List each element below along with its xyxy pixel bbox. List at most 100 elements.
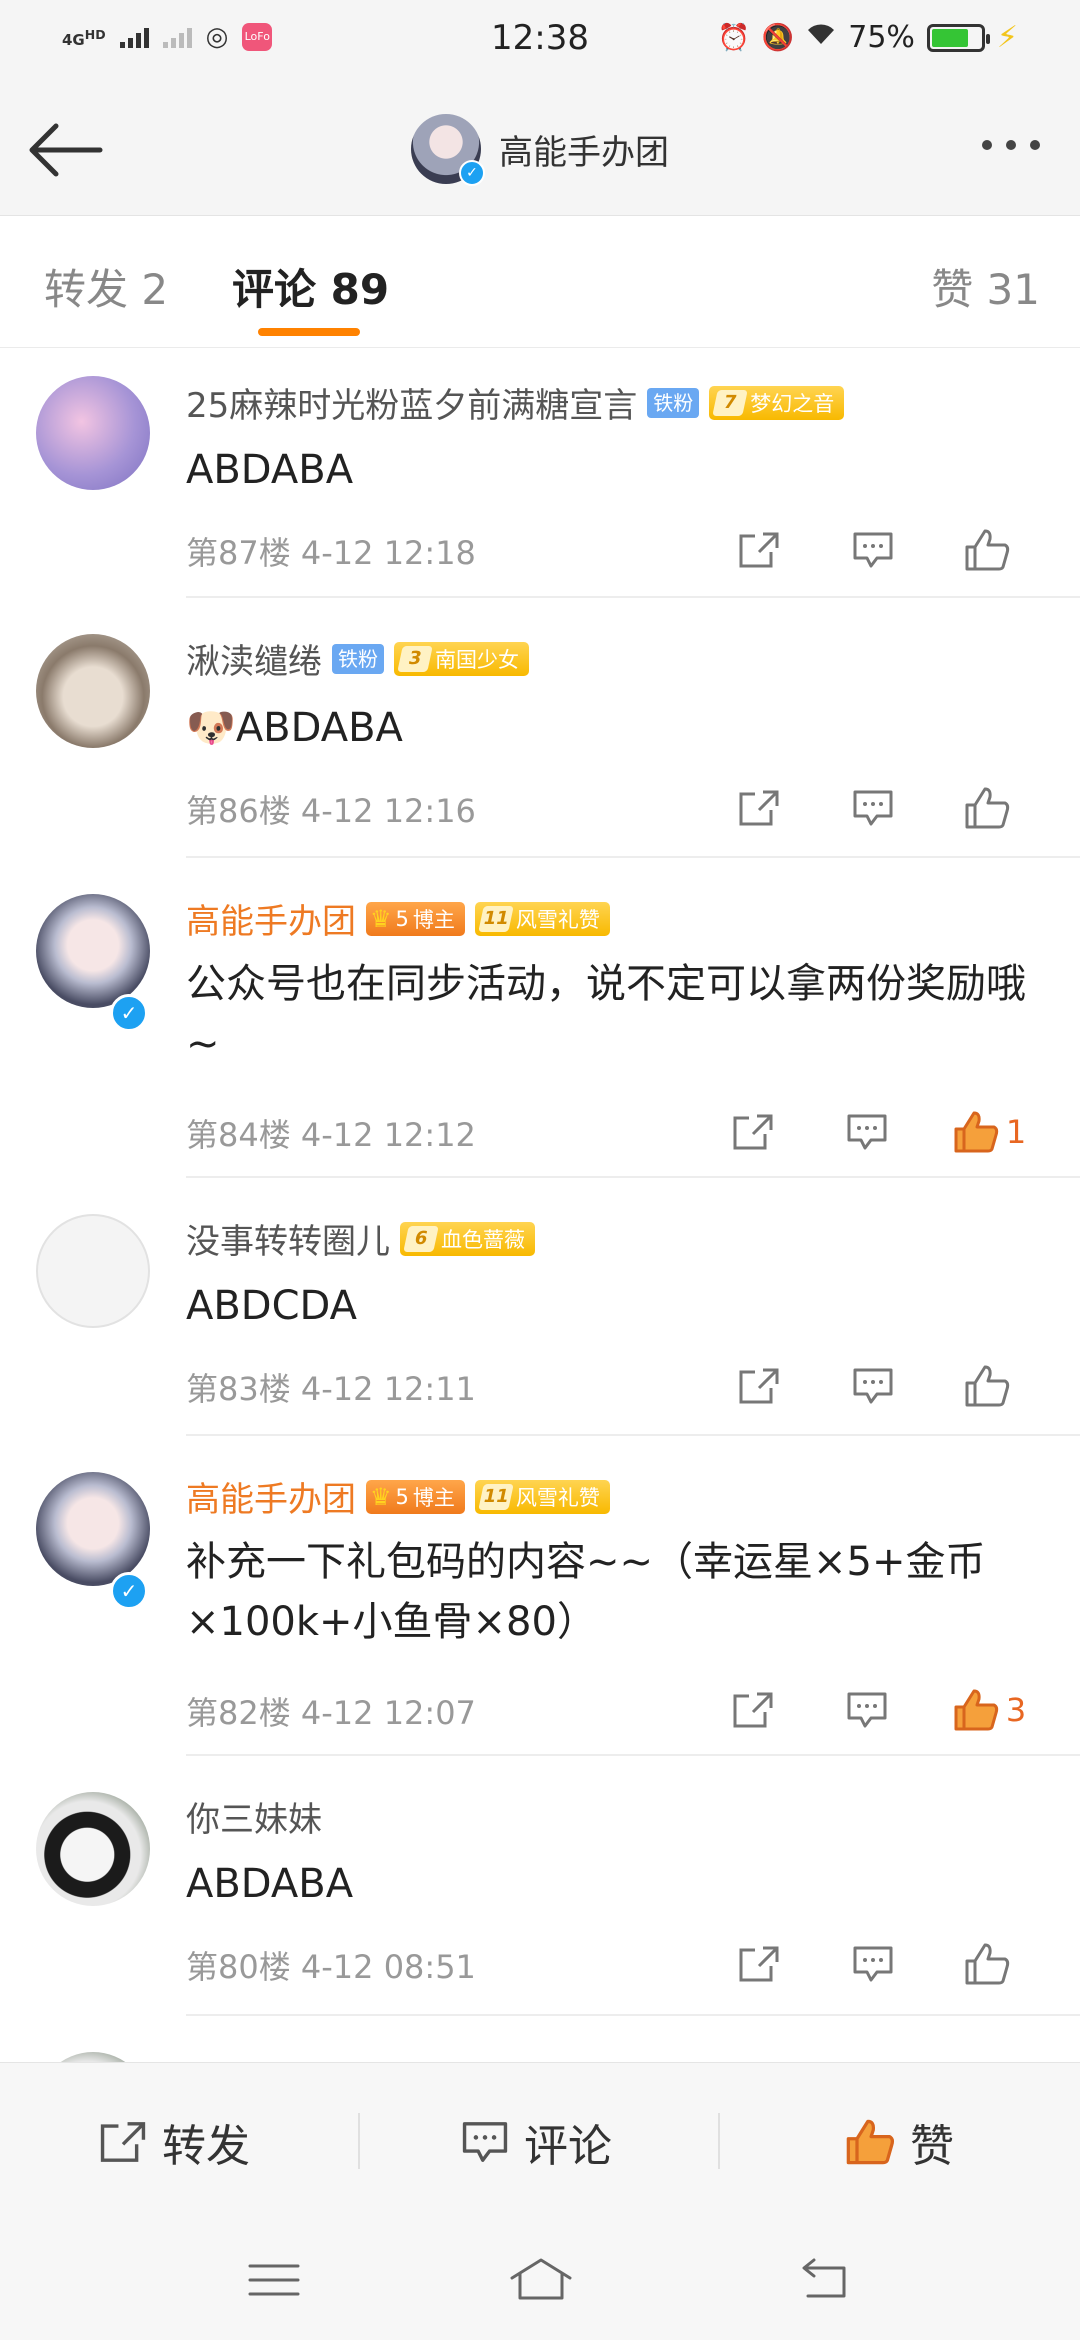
repost-button[interactable]	[702, 1936, 816, 1992]
fan-badge: 铁粉	[332, 643, 384, 674]
like-button[interactable]: 3	[924, 1682, 1054, 1738]
thumbs-up-icon	[965, 529, 1010, 571]
like-button[interactable]	[930, 1358, 1044, 1414]
blogger-level: 5	[395, 906, 409, 931]
repost-icon	[739, 1946, 779, 1982]
like-button[interactable]	[930, 1936, 1044, 1992]
blogger-badge-label: 博主	[412, 1485, 455, 1510]
repost-button[interactable]	[702, 522, 816, 578]
return-icon	[802, 2258, 846, 2298]
wifi-icon	[806, 22, 836, 53]
comment-icon	[853, 1368, 893, 1404]
avatar[interactable]	[36, 376, 150, 490]
top-nav: ✓ 高能手办团	[0, 84, 1080, 216]
charging-icon: ⚡	[996, 20, 1018, 55]
repost-icon	[739, 532, 779, 568]
username[interactable]: 高能手办团	[186, 1472, 356, 1521]
tab-reposts[interactable]: 转发 2	[44, 256, 168, 317]
fan-level-badge: 3 南国少女	[394, 641, 529, 676]
comment-item: 没事转转圈儿 6 血色蔷薇 ABDCDA 第83楼 4-12 12:11	[0, 1178, 1080, 1436]
comment-text: 补充一下礼包码的内容~~（幸运星×5+金币×100k+小鱼骨×80）	[186, 1539, 986, 1645]
comment-text-body: ABDABA	[235, 705, 403, 751]
repost-button[interactable]: 转发	[98, 2107, 250, 2177]
comment-icon	[853, 1946, 893, 1982]
avatar[interactable]	[36, 2052, 150, 2062]
more-options-icon[interactable]	[982, 140, 1040, 150]
repost-icon	[100, 2122, 146, 2162]
crown-icon: ♛	[370, 904, 392, 933]
username[interactable]: 25麻辣时光粉蓝夕前满糖宣言	[186, 378, 637, 427]
comment-text: ABDABA	[186, 1861, 354, 1907]
avatar[interactable]: ✓	[411, 114, 485, 186]
status-bar: 4GHD ◎ LoFo 12:38 ⏰ 🔕 75% ⚡	[0, 0, 1080, 84]
comment-meta: 第80楼 4-12 08:51	[186, 1948, 476, 1986]
comment-list[interactable]: 25麻辣时光粉蓝夕前满糖宣言 铁粉 7 梦幻之音 ABDABA 第87楼 4-12…	[0, 348, 1080, 2062]
bottom-action-bar: 转发 评论 赞	[0, 2062, 1080, 2220]
fan-level-title: 风雪礼赞	[515, 907, 600, 932]
thumbs-up-filled-icon	[954, 1111, 998, 1153]
page-title: 高能手办团	[499, 132, 669, 173]
comment-button[interactable]: 评论	[460, 2107, 612, 2177]
username[interactable]: 高能手办团	[186, 894, 356, 943]
avatar[interactable]	[36, 634, 150, 748]
reply-button[interactable]	[810, 1104, 924, 1160]
alarm-icon: ⏰	[717, 22, 750, 53]
thumbs-up-filled-icon	[954, 1689, 998, 1731]
comment-item: 湫渎缱绻 铁粉 3 南国少女 🐶ABDABA 第86楼 4-12 12:16	[0, 598, 1080, 858]
comment-icon	[462, 2122, 508, 2162]
tab-likes[interactable]: 赞 31	[931, 256, 1040, 317]
battery-icon	[926, 23, 990, 52]
header-profile[interactable]: ✓ 高能手办团	[0, 114, 1080, 186]
comment-meta: 第87楼 4-12 12:18	[186, 534, 476, 572]
username[interactable]: 你三妹妹	[186, 1792, 322, 1841]
username[interactable]: 你三妹妹	[186, 2052, 322, 2062]
home-button[interactable]	[506, 2252, 576, 2308]
comment-meta: 第84楼 4-12 12:12	[186, 1116, 476, 1154]
avatar[interactable]	[36, 1214, 150, 1328]
repost-icon	[739, 790, 779, 826]
like-post-button[interactable]: 赞	[844, 2107, 954, 2177]
fan-level-title: 南国少女	[435, 647, 519, 672]
diamond-icon: 11	[478, 905, 514, 932]
repost-icon	[733, 1692, 773, 1728]
repost-button[interactable]	[696, 1682, 810, 1738]
menu-button[interactable]	[244, 2252, 304, 2308]
like-button[interactable]	[930, 780, 1044, 836]
avatar[interactable]	[36, 1792, 150, 1906]
username[interactable]: 湫渎缱绻	[186, 634, 322, 683]
repost-button[interactable]	[702, 780, 816, 836]
home-icon	[510, 2258, 572, 2300]
repost-button[interactable]	[696, 1104, 810, 1160]
like-button[interactable]: 1	[924, 1104, 1054, 1160]
fan-level-title: 血色蔷薇	[441, 1227, 525, 1252]
verified-icon: ✓	[459, 160, 485, 186]
repost-label: 转发	[162, 2121, 250, 2172]
comment-icon	[853, 790, 893, 826]
reply-button[interactable]	[816, 780, 930, 836]
reply-button[interactable]	[816, 1936, 930, 1992]
comment-item: ✓ 高能手办团 ♛ 5 博主 11 风雪礼赞 补充一下礼包码的内容~~（幸运星×5+金…	[0, 1436, 1080, 1756]
avatar[interactable]	[36, 894, 150, 1008]
comment-meta: 第83楼 4-12 12:11	[186, 1370, 476, 1408]
reply-button[interactable]	[816, 1358, 930, 1414]
diamond-icon: 7	[712, 389, 749, 416]
back-nav-button[interactable]	[794, 2252, 854, 2308]
fan-level-badge: 6 血色蔷薇	[400, 1221, 535, 1256]
avatar[interactable]	[36, 1472, 150, 1586]
repost-button[interactable]	[702, 1358, 816, 1414]
reply-button[interactable]	[810, 1682, 924, 1738]
username[interactable]: 没事转转圈儿	[186, 1214, 390, 1263]
active-tab-indicator	[258, 328, 360, 336]
reply-button[interactable]	[816, 522, 930, 578]
like-label: 赞	[910, 2121, 954, 2172]
verified-icon: ✓	[110, 994, 148, 1032]
diamond-icon: 3	[397, 645, 433, 672]
like-button[interactable]	[930, 522, 1044, 578]
fan-level-badge: 11 风雪礼赞	[474, 901, 610, 936]
comment-item: 你三妹妹 ABDABA 第80楼 4-12 08:51	[0, 1756, 1080, 2016]
tab-bar: 转发 2 评论 89 赞 31	[0, 216, 1080, 348]
blogger-level: 5	[395, 1484, 409, 1509]
tab-comments[interactable]: 评论 89	[232, 256, 389, 317]
comment-text: ABDABA	[186, 447, 354, 493]
thumbs-up-filled-icon	[846, 2119, 895, 2165]
